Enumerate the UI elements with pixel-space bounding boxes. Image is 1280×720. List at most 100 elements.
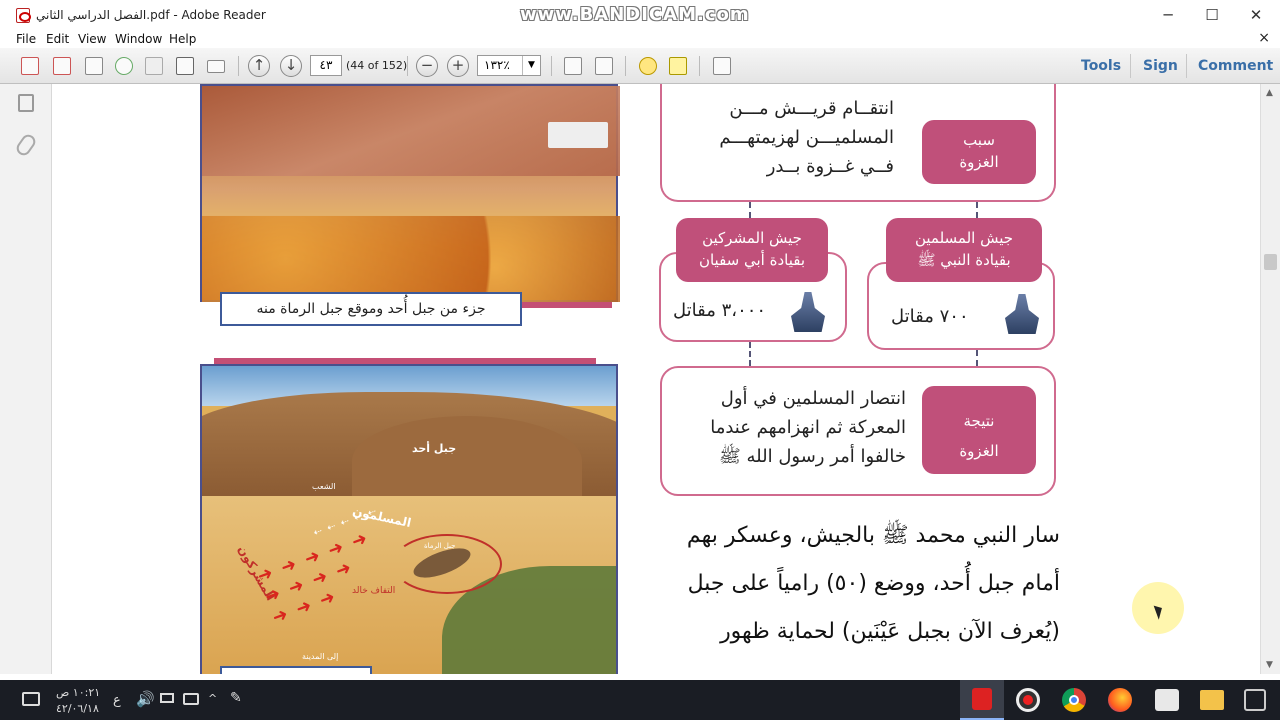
language-indicator[interactable]: ع bbox=[113, 693, 121, 708]
comment-bubble-icon[interactable] bbox=[636, 54, 660, 78]
fullscreen-icon[interactable] bbox=[710, 54, 734, 78]
toolbar-separator bbox=[1130, 54, 1131, 78]
reason-line: المسلميـــن لهزيمتهـــم bbox=[719, 127, 894, 148]
result-label-text: نتيجة الغزوة bbox=[959, 412, 999, 460]
zoom-value: ١٣٢٪ bbox=[484, 58, 510, 72]
body-line: أمام جبل أُحد، ووضع (٥٠) رامياً على جبل bbox=[687, 571, 1060, 596]
menu-bar: File Edit View Window Help × bbox=[0, 30, 1280, 48]
show-hidden-icons[interactable]: ^ bbox=[208, 692, 217, 705]
clock-date[interactable]: ٤٢/٠٦/١٨ bbox=[56, 702, 99, 715]
highlight-icon[interactable] bbox=[666, 54, 690, 78]
result-label: نتيجة الغزوة bbox=[922, 386, 1036, 474]
scroll-up-icon[interactable]: ▲ bbox=[1266, 88, 1273, 98]
scroll-down-icon[interactable]: ▼ bbox=[1266, 660, 1273, 670]
polytheist-army-label: جيش المشركين بقيادة أبي سفيان bbox=[676, 218, 828, 282]
bandicam-record-icon[interactable] bbox=[1016, 688, 1040, 712]
mount-uhud-photo bbox=[200, 84, 620, 302]
mount-uhud bbox=[352, 416, 582, 506]
comment-link[interactable]: Comment bbox=[1198, 58, 1273, 74]
firefox-icon[interactable] bbox=[1108, 688, 1132, 712]
scroll-thumb[interactable] bbox=[1264, 254, 1277, 270]
result-line: خالفوا أمر رسول الله ﷺ bbox=[719, 446, 906, 467]
building-in-photo bbox=[548, 122, 608, 148]
store-icon[interactable] bbox=[1155, 689, 1179, 711]
battle-map-illustration: جبل أحد المسلمون المشركون التفاف خالد ال… bbox=[200, 364, 618, 674]
create-pdf-icon[interactable] bbox=[18, 54, 42, 78]
zoom-out-button[interactable]: − bbox=[416, 55, 438, 77]
toolbar-separator bbox=[551, 56, 552, 76]
page-number-input[interactable]: ٤٣ bbox=[310, 55, 342, 76]
horseman-icon bbox=[791, 292, 825, 332]
attachments-paperclip-icon[interactable] bbox=[13, 131, 39, 159]
reason-box: سبب الغزوة انتقــام قريـــش مـــن المسلم… bbox=[660, 84, 1056, 202]
edit-pdf-icon[interactable] bbox=[82, 54, 106, 78]
clock-time[interactable]: ١٠:٢١ ص bbox=[56, 686, 100, 699]
chrome-icon[interactable] bbox=[1062, 688, 1086, 712]
maximize-button[interactable]: ☐ bbox=[1192, 4, 1232, 26]
print-icon[interactable] bbox=[173, 54, 197, 78]
chevron-down-icon[interactable]: ▼ bbox=[522, 56, 540, 75]
windows-taskbar: ١٠:٢١ ص ٤٢/٠٦/١٨ ع 🔊 ^ ✎ bbox=[0, 680, 1280, 720]
tools-link[interactable]: Tools bbox=[1081, 58, 1121, 74]
sign-link[interactable]: Sign bbox=[1143, 58, 1178, 74]
task-view-icon[interactable] bbox=[1244, 689, 1266, 711]
reason-text: انتقــام قريـــش مـــن المسلميـــن لهزيم… bbox=[684, 94, 894, 181]
title-bar: الفصل الدراسي الثاني.pdf - Adobe Reader … bbox=[0, 0, 1280, 30]
result-line: انتصار المسلمين في أول bbox=[720, 388, 906, 409]
navigation-pane bbox=[0, 84, 52, 674]
vertical-scrollbar[interactable]: ▲ ▼ bbox=[1260, 84, 1280, 674]
menu-file[interactable]: File bbox=[16, 32, 36, 46]
result-box: نتيجة الغزوة انتصار المسلمين في أول المع… bbox=[660, 366, 1056, 496]
menu-window[interactable]: Window bbox=[115, 32, 162, 46]
map-label-pass: الشعب bbox=[312, 482, 336, 491]
connector-dash bbox=[749, 202, 751, 218]
pen-icon[interactable]: ✎ bbox=[230, 690, 242, 706]
close-document-icon[interactable]: × bbox=[1258, 30, 1270, 46]
notification-icon[interactable] bbox=[22, 692, 40, 706]
save-icon[interactable] bbox=[142, 54, 166, 78]
connector-dash bbox=[976, 202, 978, 218]
menu-help[interactable]: Help bbox=[169, 32, 196, 46]
fit-width-icon[interactable] bbox=[592, 54, 616, 78]
muslim-label-line: جيش المسلمين bbox=[914, 229, 1014, 247]
body-paragraph: سار النبي محمد ﷺ بالجيش، وعسكر بهم أمام … bbox=[646, 512, 1060, 656]
close-button[interactable]: ✕ bbox=[1236, 4, 1276, 26]
map-label-mountain: جبل أحد bbox=[412, 442, 457, 455]
body-line: سار النبي محمد ﷺ بالجيش، وعسكر بهم bbox=[686, 523, 1060, 548]
minimize-button[interactable]: ─ bbox=[1148, 4, 1188, 26]
zoom-select[interactable]: ١٣٢٪ ▼ bbox=[477, 55, 541, 76]
photo-caption: جزء من جبل أُحد وموقع جبل الرماة منه bbox=[220, 292, 522, 326]
taskbar-adobe-reader[interactable] bbox=[960, 680, 1004, 720]
network-icon[interactable] bbox=[183, 693, 199, 705]
fit-page-icon[interactable] bbox=[561, 54, 585, 78]
battery-icon[interactable] bbox=[160, 693, 174, 703]
next-page-icon[interactable]: ↓ bbox=[280, 55, 302, 77]
document-view[interactable]: جزء من جبل أُحد وموقع جبل الرماة منه جبل… bbox=[52, 84, 1260, 674]
file-explorer-icon[interactable] bbox=[1200, 690, 1224, 710]
adobe-reader-icon bbox=[972, 688, 992, 710]
window-title: الفصل الدراسي الثاني.pdf - Adobe Reader bbox=[36, 8, 266, 22]
desert-shrubs bbox=[202, 216, 620, 302]
previous-page-icon[interactable]: ↑ bbox=[248, 55, 270, 77]
menu-edit[interactable]: Edit bbox=[46, 32, 69, 46]
map-label-archers: جبل الرماة bbox=[424, 542, 456, 550]
connector-dash bbox=[749, 342, 751, 366]
reason-line: فــي غــزوة بــدر bbox=[766, 156, 894, 177]
menu-view[interactable]: View bbox=[78, 32, 106, 46]
email-icon[interactable] bbox=[204, 54, 228, 78]
connector-dash bbox=[976, 350, 978, 366]
polytheist-count: ٣،٠٠٠ مقاتل bbox=[673, 300, 767, 321]
volume-icon[interactable]: 🔊 bbox=[136, 690, 155, 708]
toolbar-separator bbox=[238, 56, 239, 76]
body-line: (يُعرف الآن بجبل عَيْنَين) لحماية ظهور bbox=[720, 619, 1060, 644]
export-pdf-icon[interactable] bbox=[50, 54, 74, 78]
pages-panel-icon[interactable] bbox=[18, 94, 34, 112]
toolbar-separator bbox=[625, 56, 626, 76]
polytheist-label-line: بقيادة أبي سفيان bbox=[698, 251, 806, 269]
horseman-icon bbox=[1005, 294, 1039, 334]
toolbar-separator bbox=[699, 56, 700, 76]
upload-cloud-icon[interactable] bbox=[112, 54, 136, 78]
reason-line: انتقــام قريـــش مـــن bbox=[729, 98, 894, 119]
zoom-in-button[interactable]: + bbox=[447, 55, 469, 77]
reason-label-text: سبب الغزوة bbox=[959, 131, 999, 171]
